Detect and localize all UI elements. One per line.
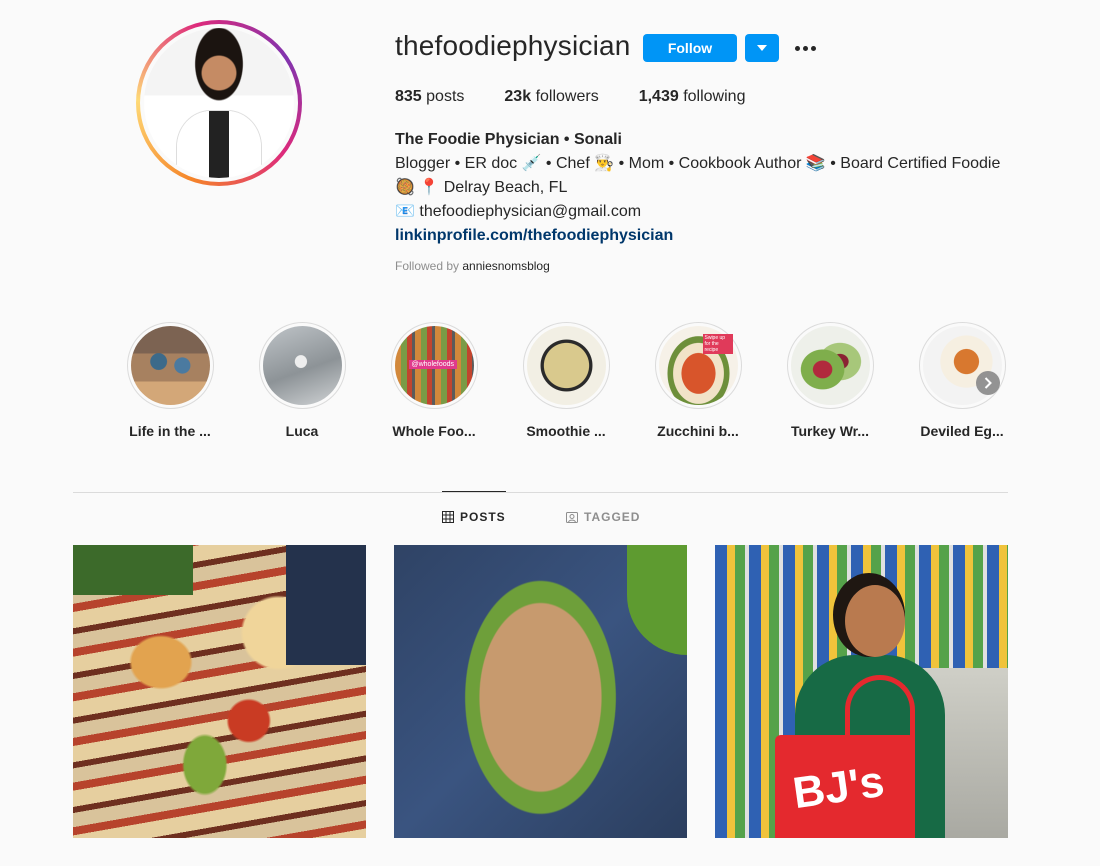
followers-count: 23k: [504, 88, 532, 105]
profile-avatar[interactable]: [144, 28, 294, 178]
post-thumbnail-1[interactable]: [73, 545, 366, 838]
suggested-dropdown-button[interactable]: [745, 34, 779, 62]
chevron-right-icon: [984, 377, 992, 389]
highlight-label: Deviled Eg...: [920, 423, 1004, 439]
highlight-item[interactable]: Swipe up for the recipe Zucchini b...: [632, 322, 764, 439]
highlight-label: Whole Foo...: [392, 423, 476, 439]
bio-website-link[interactable]: linkinprofile.com/thefoodiephysician: [395, 227, 673, 244]
posts-stat: 835 posts: [395, 88, 464, 106]
following-label: following: [683, 88, 746, 105]
highlight-cover: Swipe up for the recipe: [658, 326, 738, 405]
tab-posts-label: POSTS: [460, 510, 506, 524]
highlight-cover: [262, 326, 342, 405]
highlight-label: Life in the ...: [129, 423, 211, 439]
highlight-cover: [526, 326, 606, 405]
followers-stat[interactable]: 23k followers: [504, 88, 598, 106]
tab-posts[interactable]: POSTS: [442, 510, 506, 524]
followed-by: Followed by anniesnomsblog: [395, 259, 550, 273]
highlight-item[interactable]: Deviled Eg...: [896, 322, 1028, 439]
tab-tagged[interactable]: TAGGED: [566, 510, 640, 524]
profile-username: thefoodiephysician: [395, 30, 631, 61]
highlight-item[interactable]: @wholefoods Whole Foo...: [368, 322, 500, 439]
posts-label: posts: [426, 88, 465, 105]
highlight-label: Smoothie ...: [526, 423, 606, 439]
next-highlights-button[interactable]: [976, 371, 1000, 395]
post-thumbnail-2[interactable]: [394, 545, 687, 838]
tabs-divider: [73, 492, 1008, 493]
highlight-label: Zucchini b...: [657, 423, 739, 439]
followers-label: followers: [535, 88, 599, 105]
highlight-tag: @wholefoods: [408, 360, 458, 369]
tagged-person-icon: [566, 512, 578, 523]
profile-stats: 835 posts 23k followers 1,439 following: [395, 88, 785, 106]
grid-icon: [442, 511, 454, 523]
story-highlights: Life in the ... Luca @wholefoods Whole F…: [104, 322, 1028, 439]
highlight-label: Turkey Wr...: [790, 423, 870, 439]
follow-button[interactable]: Follow: [643, 34, 737, 62]
highlight-item[interactable]: Life in the ...: [104, 322, 236, 439]
active-tab-indicator: [442, 491, 506, 492]
followed-by-prefix: Followed by: [395, 259, 460, 273]
following-count: 1,439: [638, 88, 679, 105]
following-stat[interactable]: 1,439 following: [639, 88, 746, 106]
highlight-cover: @wholefoods: [394, 326, 474, 405]
profile-avatar-ring[interactable]: [136, 20, 302, 186]
highlight-label: Luca: [285, 423, 319, 439]
posts-count: 835: [395, 88, 422, 105]
highlight-tag: Swipe up for the recipe: [702, 334, 733, 354]
more-options-button[interactable]: [790, 34, 820, 62]
bio-email: 📧 thefoodiephysician@gmail.com: [395, 203, 642, 220]
highlight-cover: [790, 326, 870, 405]
profile-full-name: The Foodie Physician • Sonali: [395, 131, 622, 148]
bio-line-2: 🥘 📍 Delray Beach, FL: [395, 179, 568, 196]
more-options-icon: [794, 45, 816, 51]
tab-tagged-label: TAGGED: [584, 510, 641, 524]
bio-line-1: Blogger • ER doc 💉 • Chef 👨‍🍳 • Mom • Co…: [395, 155, 1001, 172]
post-thumbnail-3[interactable]: BJ's: [715, 545, 1008, 838]
followed-by-user[interactable]: anniesnomsblog: [462, 259, 549, 273]
profile-bio: The Foodie Physician • Sonali Blogger • …: [395, 128, 1035, 248]
chevron-down-icon: [757, 45, 767, 51]
highlight-item[interactable]: Turkey Wr...: [764, 322, 896, 439]
highlight-cover: [130, 326, 210, 405]
highlight-item[interactable]: Smoothie ...: [500, 322, 632, 439]
bag-logo-text: BJ's: [789, 756, 888, 819]
highlight-item[interactable]: Luca: [236, 322, 368, 439]
